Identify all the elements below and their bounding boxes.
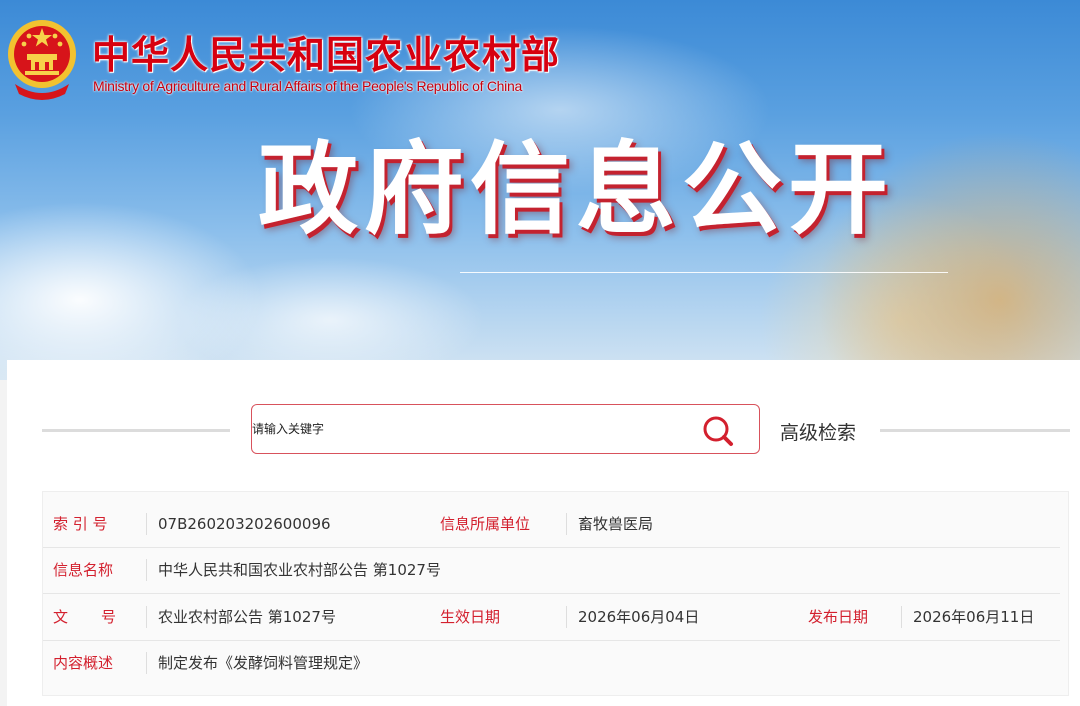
separator xyxy=(566,513,567,535)
separator xyxy=(146,652,147,674)
ministry-name-cn: 中华人民共和国农业农村部 xyxy=(92,32,561,77)
search-box xyxy=(251,404,760,454)
info-table: 索 引 号 07B260203202600096 信息所属单位 畜牧兽医局 信息… xyxy=(42,491,1069,696)
separator xyxy=(566,606,567,628)
separator xyxy=(146,513,147,535)
summary-value: 制定发布《发酵饲料管理规定》 xyxy=(158,654,369,672)
search-divider-right xyxy=(880,429,1070,432)
effective-value: 2026年06月04日 xyxy=(578,608,700,626)
hero-title: 政府信息公开 xyxy=(258,131,894,248)
info-row-summary: 内容概述 制定发布《发酵饲料管理规定》 xyxy=(43,640,1060,686)
separator xyxy=(146,606,147,628)
summary-label: 内容概述 xyxy=(53,654,114,672)
advanced-search-link[interactable]: 高级检索 xyxy=(780,418,856,445)
separator xyxy=(146,559,147,581)
effective-label: 生效日期 xyxy=(440,608,501,626)
doc-value: 农业农村部公告 第1027号 xyxy=(158,608,336,626)
info-row-name: 信息名称 中华人民共和国农业农村部公告 第1027号 xyxy=(43,547,1060,594)
info-row-index: 索 引 号 07B260203202600096 信息所属单位 畜牧兽医局 xyxy=(43,501,1060,548)
hero-divider xyxy=(460,272,948,273)
national-emblem-icon xyxy=(8,20,76,100)
doc-label-2: 号 xyxy=(101,608,117,626)
doc-label-1: 文 xyxy=(53,608,69,626)
publish-value: 2026年06月11日 xyxy=(913,608,1035,626)
search-divider-left xyxy=(42,429,230,432)
header-banner: 中华人民共和国农业农村部 Ministry of Agriculture and… xyxy=(0,0,1080,380)
name-label: 信息名称 xyxy=(53,561,114,579)
info-row-doc: 文 号 农业农村部公告 第1027号 生效日期 2026年06月04日 发布日期… xyxy=(43,594,1060,641)
separator xyxy=(901,606,902,628)
index-label: 索 引 号 xyxy=(53,515,108,533)
search-icon[interactable] xyxy=(700,413,736,449)
index-value: 07B260203202600096 xyxy=(158,515,331,533)
unit-label: 信息所属单位 xyxy=(440,515,531,533)
publish-label: 发布日期 xyxy=(808,608,869,626)
ministry-name-en: Ministry of Agriculture and Rural Affair… xyxy=(93,78,522,94)
search-input[interactable] xyxy=(252,405,692,453)
name-value: 中华人民共和国农业农村部公告 第1027号 xyxy=(158,561,441,579)
unit-value: 畜牧兽医局 xyxy=(578,515,654,533)
